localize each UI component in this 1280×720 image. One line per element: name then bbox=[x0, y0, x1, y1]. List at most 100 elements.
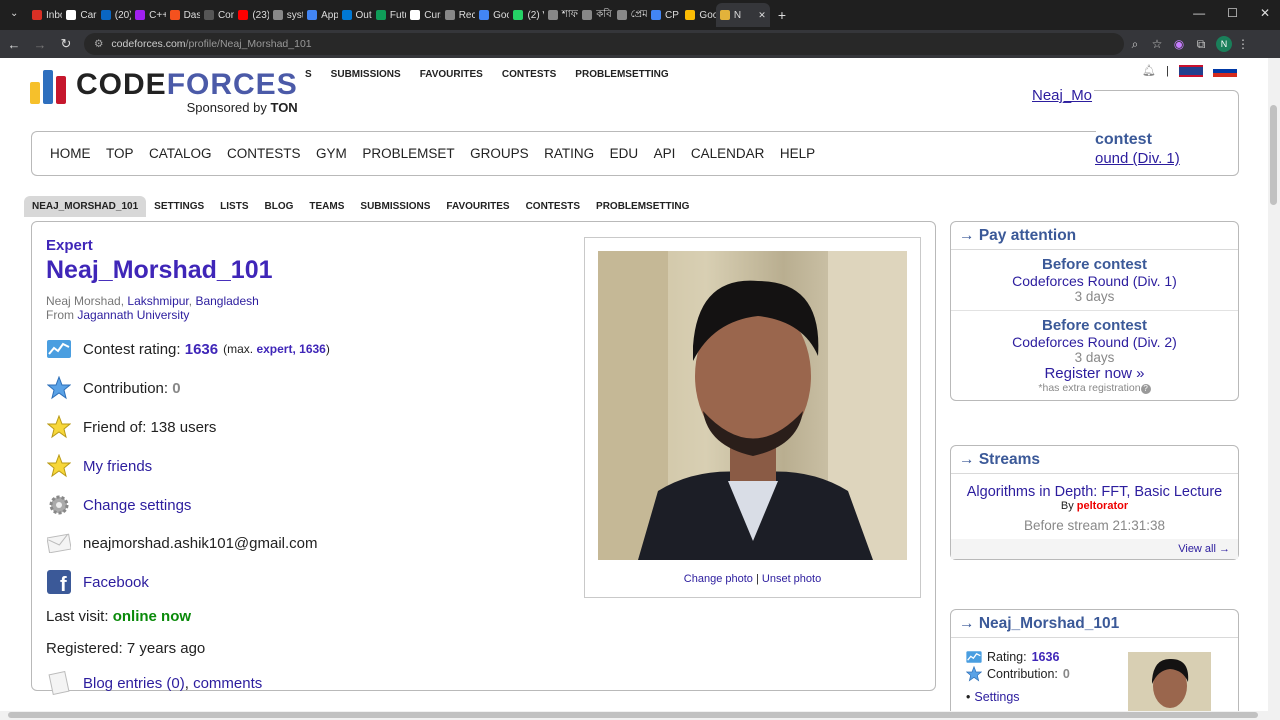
sub-nav-contests[interactable]: CONTESTS bbox=[518, 196, 588, 217]
main-menu-problemset[interactable]: PROBLEMSET bbox=[362, 146, 454, 161]
help-question-icon[interactable]: ? bbox=[1140, 384, 1151, 394]
my-friends-row: My friends bbox=[46, 453, 152, 479]
country-link[interactable]: Bangladesh bbox=[195, 294, 258, 308]
address-bar-input[interactable]: ⚙ codeforces.com/profile/Neaj_Morshad_10… bbox=[84, 33, 1124, 55]
photo-actions: Change photo | Unset photo bbox=[585, 573, 920, 585]
sub-nav-blog[interactable]: BLOG bbox=[257, 196, 302, 217]
comments-link[interactable]: comments bbox=[193, 675, 262, 692]
view-all-streams-link[interactable]: View all → bbox=[1178, 543, 1230, 555]
my-friends-link[interactable]: My friends bbox=[83, 458, 152, 475]
sub-nav-favourites[interactable]: FAVOURITES bbox=[438, 196, 517, 217]
city-link[interactable]: Lakshmipur bbox=[127, 294, 188, 308]
stream-title-link[interactable]: Algorithms in Depth: FFT, Basic Lecture bbox=[955, 484, 1234, 500]
maximize-icon[interactable]: ☐ bbox=[1227, 6, 1238, 20]
sub-nav-submissions[interactable]: SUBMISSIONS bbox=[352, 196, 438, 217]
browser-menu-icon[interactable]: ⋮ bbox=[1232, 37, 1254, 51]
minimize-icon[interactable]: — bbox=[1193, 6, 1205, 20]
english-flag-icon[interactable] bbox=[1178, 64, 1203, 77]
browser-tab[interactable]: Recr bbox=[441, 3, 475, 27]
browser-tab[interactable]: Futu bbox=[372, 3, 406, 27]
ghost-menu-item[interactable]: PROBLEMSETTING bbox=[575, 69, 668, 80]
ghost-menu-item[interactable]: S bbox=[305, 69, 312, 80]
main-menu-catalog[interactable]: CATALOG bbox=[149, 146, 212, 161]
close-window-icon[interactable]: ✕ bbox=[1260, 6, 1270, 20]
contest-div1-link[interactable]: Codeforces Round (Div. 1) bbox=[955, 273, 1234, 289]
russian-flag-icon[interactable] bbox=[1212, 64, 1237, 77]
organization-link[interactable]: Jagannath University bbox=[77, 308, 189, 322]
extension-circle-icon[interactable]: ◉ bbox=[1168, 37, 1190, 51]
browser-tab[interactable]: (20) bbox=[97, 3, 131, 27]
sub-nav-problemsetting[interactable]: PROBLEMSETTING bbox=[588, 196, 697, 217]
browser-tab[interactable]: (23) bbox=[234, 3, 269, 27]
stream-author-link[interactable]: peltorator bbox=[1077, 500, 1128, 512]
close-tab-icon[interactable]: ✕ bbox=[758, 10, 766, 21]
browser-tab[interactable]: CP C bbox=[647, 3, 681, 27]
view-all-row: View all → bbox=[951, 539, 1238, 559]
browser-tab[interactable]: (2) V bbox=[509, 3, 544, 27]
tab-search-chevron-icon[interactable]: ⌄ bbox=[10, 8, 18, 19]
blog-entries-link[interactable]: Blog entries (0) bbox=[83, 675, 185, 692]
codeforces-logo[interactable]: CODEFORCES Sponsored by TON bbox=[30, 68, 298, 115]
ghost-menu-item[interactable]: FAVOURITES bbox=[420, 69, 483, 80]
streams-title-text: Streams bbox=[978, 450, 1040, 468]
gear-icon bbox=[46, 492, 72, 518]
notification-bell-icon[interactable]: 🔔︎ bbox=[1142, 64, 1156, 77]
unset-photo-link[interactable]: Unset photo bbox=[762, 573, 821, 585]
reload-icon[interactable]: ↻ bbox=[54, 36, 78, 52]
change-photo-link[interactable]: Change photo bbox=[684, 573, 753, 585]
ghost-menu-item[interactable]: CONTESTS bbox=[502, 69, 556, 80]
browser-tab[interactable]: কবি bbox=[578, 3, 612, 27]
ghost-menu-item[interactable]: SUBMISSIONS bbox=[331, 69, 401, 80]
zoom-icon[interactable]: ⌕ bbox=[1124, 37, 1146, 52]
browser-tab[interactable]: Com bbox=[200, 3, 234, 27]
contest-div2-link[interactable]: Codeforces Round (Div. 2) bbox=[955, 334, 1234, 350]
browser-tab[interactable]: N ✕ bbox=[715, 3, 770, 27]
forward-arrow-icon[interactable]: → bbox=[28, 37, 52, 52]
main-menu-edu[interactable]: EDU bbox=[610, 146, 639, 161]
browser-tab[interactable]: Dash bbox=[166, 3, 200, 27]
main-menu-calendar[interactable]: CALENDAR bbox=[691, 146, 765, 161]
profile-avatar[interactable]: N bbox=[1216, 36, 1232, 52]
browser-tab[interactable]: Goo bbox=[475, 3, 509, 27]
main-menu-top[interactable]: TOP bbox=[106, 146, 134, 161]
contest-countdown-1: Before contest Codeforces Round (Div. 1)… bbox=[951, 250, 1238, 311]
site-info-icon[interactable]: ⚙ bbox=[94, 38, 103, 50]
browser-tab[interactable]: syste bbox=[269, 3, 303, 27]
main-menu-help[interactable]: HELP bbox=[780, 146, 815, 161]
browser-tab[interactable]: Goo bbox=[681, 3, 716, 27]
facebook-link[interactable]: Facebook bbox=[83, 574, 149, 591]
browser-tab[interactable]: C++ bbox=[131, 3, 166, 27]
sub-nav-lists[interactable]: LISTS bbox=[212, 196, 256, 217]
sub-nav-neaj_morshad_101[interactable]: NEAJ_MORSHAD_101 bbox=[24, 196, 147, 217]
sponsor-line: Sponsored by TON bbox=[76, 100, 298, 115]
browser-tab[interactable]: Appl bbox=[303, 3, 338, 27]
change-settings-row: Change settings bbox=[46, 492, 191, 518]
vertical-scrollbar-thumb[interactable] bbox=[1270, 105, 1277, 205]
sub-nav-teams[interactable]: TEAMS bbox=[301, 196, 352, 217]
browser-tab[interactable]: প্রেম bbox=[613, 3, 647, 27]
change-settings-link[interactable]: Change settings bbox=[83, 497, 191, 514]
tab-label: কবি bbox=[596, 8, 612, 20]
browser-tab[interactable]: Outl bbox=[338, 3, 372, 27]
register-now-link[interactable]: Register now » bbox=[955, 365, 1234, 382]
main-menu-home[interactable]: HOME bbox=[50, 146, 91, 161]
user-box-settings-link[interactable]: Settings bbox=[974, 690, 1019, 704]
horizontal-scrollbar-thumb[interactable] bbox=[8, 712, 1258, 718]
main-menu-gym[interactable]: GYM bbox=[316, 146, 347, 161]
browser-tab[interactable]: Inbo bbox=[28, 3, 62, 27]
main-menu-groups[interactable]: GROUPS bbox=[470, 146, 529, 161]
main-menu-contests[interactable]: CONTESTS bbox=[227, 146, 301, 161]
back-arrow-icon[interactable]: ← bbox=[2, 37, 26, 52]
browser-tab[interactable]: Care bbox=[62, 3, 97, 27]
main-menu-api[interactable]: API bbox=[654, 146, 676, 161]
browser-tab[interactable]: Curs bbox=[406, 3, 441, 27]
new-tab-plus-icon[interactable]: + bbox=[778, 7, 786, 23]
bookmark-star-icon[interactable]: ☆ bbox=[1146, 37, 1168, 51]
contribution-row: Contribution: 0 bbox=[46, 375, 181, 401]
main-menu-rating[interactable]: RATING bbox=[544, 146, 594, 161]
header-contest-link[interactable]: ound (Div. 1) bbox=[1095, 150, 1180, 167]
sub-nav-settings[interactable]: SETTINGS bbox=[146, 196, 212, 217]
browser-tab[interactable]: শাফা bbox=[544, 3, 578, 27]
extensions-puzzle-icon[interactable]: ⧉ bbox=[1190, 37, 1212, 52]
header-user-handle-link[interactable]: Neaj_Mo bbox=[1032, 87, 1092, 104]
